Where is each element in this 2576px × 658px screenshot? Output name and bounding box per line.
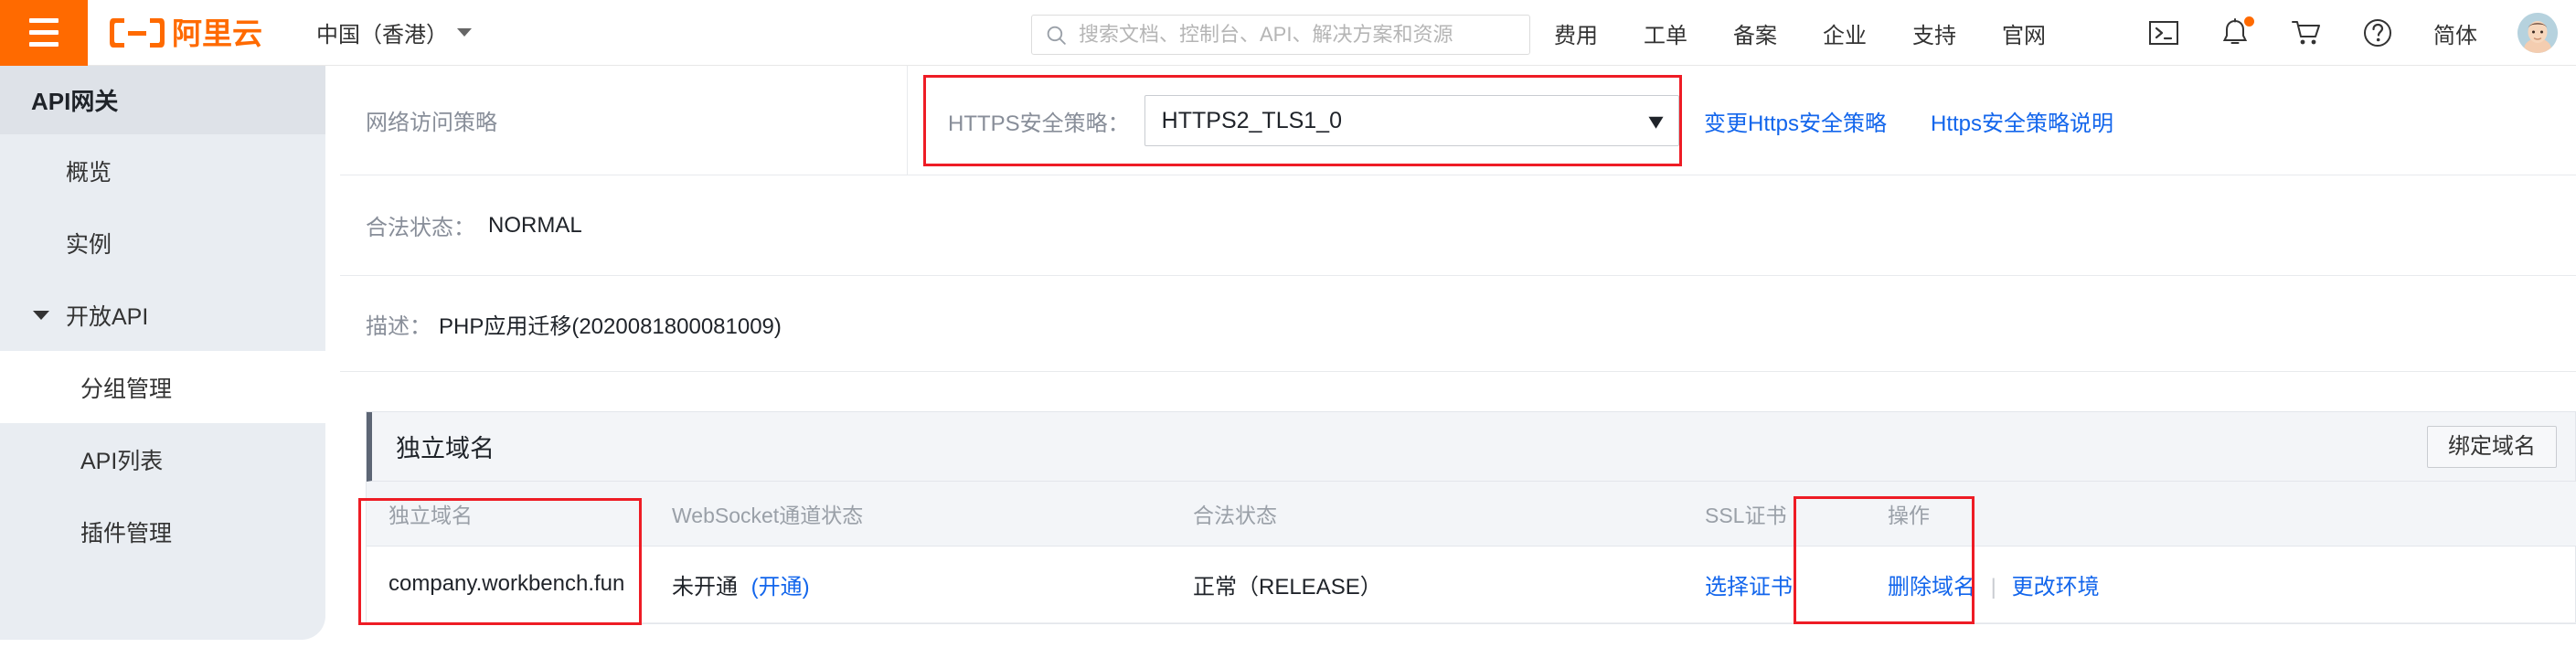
table-header-row: 独立域名 WebSocket通道状态 合法状态 SSL证书 操作: [367, 482, 2576, 547]
sidebar: API网关 概览 实例 开放API 分组管理 API列表 插件管理: [0, 66, 325, 640]
network-policy-row: 网络访问策略 HTTPS安全策略： HTTPS2_TLS1_0 ▾ 变更Http…: [340, 66, 2576, 175]
nav-item-enterprise[interactable]: 企业: [1823, 17, 1867, 49]
col-header-websocket: WebSocket通道状态: [650, 482, 1171, 547]
description-label: 描述：: [366, 313, 431, 339]
region-label: 中国（香港）: [316, 23, 448, 48]
notification-badge: [2244, 16, 2254, 27]
svg-text:阿里云: 阿里云: [172, 16, 262, 51]
description-row: 描述： PHP应用迁移(2020081800081009): [340, 276, 2576, 372]
region-selector[interactable]: 中国（香港）: [316, 16, 472, 48]
sidebar-item-label: API列表: [80, 448, 164, 474]
cell-actions: 删除域名 | 更改环境: [1866, 546, 2576, 623]
nav-item-icp[interactable]: 备案: [1733, 17, 1777, 49]
https-policy-doc-link[interactable]: Https安全策略说明: [1931, 105, 2113, 137]
action-separator: |: [1990, 574, 1996, 600]
col-header-legal: 合法状态: [1171, 482, 1683, 547]
change-environment-link[interactable]: 更改环境: [2012, 575, 2100, 600]
sidebar-item-label: 分组管理: [80, 376, 173, 402]
cell-ssl-cert: 选择证书: [1683, 546, 1866, 623]
https-policy-links: 变更Https安全策略 Https安全策略说明: [1704, 66, 2113, 175]
network-policy-label: 网络访问策略: [366, 111, 497, 135]
sidebar-item-label: 概览: [66, 159, 112, 186]
bind-domain-button[interactable]: 绑定域名: [2427, 425, 2557, 468]
sidebar-item-plugin-management[interactable]: 插件管理: [0, 495, 325, 568]
search-icon: [1047, 26, 1066, 45]
description-value: PHP应用迁移(2020081800081009): [439, 313, 782, 339]
cell-domain: company.workbench.fun: [367, 546, 650, 623]
hamburger-bar-2: [29, 30, 59, 35]
cell-legal-status: 正常（RELEASE）: [1171, 546, 1683, 623]
search-input[interactable]: [1079, 23, 1517, 47]
hamburger-bar-3: [29, 42, 59, 47]
sidebar-item-overview[interactable]: 概览: [0, 134, 325, 207]
nav-item-support[interactable]: 支持: [1912, 17, 1956, 49]
legal-status-row: 合法状态： NORMAL: [340, 175, 2576, 276]
aliyun-logo[interactable]: 阿里云: [110, 13, 283, 53]
https-policy-label: HTTPS安全策略：: [948, 111, 1130, 136]
delete-domain-link[interactable]: 删除域名: [1888, 575, 1975, 600]
chevron-down-icon: ▾: [1648, 107, 1664, 134]
global-search[interactable]: [1031, 15, 1530, 55]
user-avatar[interactable]: [2517, 13, 2558, 53]
select-certificate-link[interactable]: 选择证书: [1705, 575, 1793, 600]
legal-status-label: 合法状态：: [366, 216, 475, 240]
sidebar-item-api-list[interactable]: API列表: [0, 423, 325, 495]
https-policy-select[interactable]: HTTPS2_TLS1_0 ▾: [1144, 95, 1679, 146]
https-policy-highlight-group: HTTPS安全策略： HTTPS2_TLS1_0 ▾: [923, 75, 1682, 166]
col-header-actions: 操作: [1866, 482, 2576, 547]
sidebar-title: API网关: [0, 66, 325, 134]
chevron-down-icon: [33, 310, 49, 320]
domain-table-body: company.workbench.fun 未开通 (开通) 正常（RELEAS…: [367, 546, 2576, 623]
terminal-icon[interactable]: [2148, 17, 2179, 48]
sidebar-item-label: 开放API: [66, 303, 149, 330]
col-header-domain: 独立域名: [367, 482, 650, 547]
top-header-bar: 阿里云 中国（香港） 费用 工单 备案 企业 支持 官网: [0, 0, 2576, 66]
row-divider: [907, 66, 908, 175]
enable-websocket-link[interactable]: (开通): [751, 575, 810, 600]
sidebar-item-label: 插件管理: [80, 520, 173, 547]
sidebar-item-instance[interactable]: 实例: [0, 207, 325, 279]
main-content: 网络访问策略 HTTPS安全策略： HTTPS2_TLS1_0 ▾ 变更Http…: [340, 66, 2576, 658]
cart-icon[interactable]: [2291, 17, 2322, 48]
sidebar-item-open-api[interactable]: 开放API: [0, 279, 325, 351]
independent-domain-panel: 独立域名 绑定域名 独立域名 WebSocket通道状态 合法状态 SSL证书 …: [366, 411, 2576, 624]
sidebar-item-label: 实例: [66, 231, 112, 258]
panel-title: 独立域名: [396, 435, 495, 462]
domain-table-head: 独立域名 WebSocket通道状态 合法状态 SSL证书 操作: [367, 482, 2576, 547]
sidebar-item-group-management[interactable]: 分组管理: [0, 351, 325, 423]
domain-table: 独立域名 WebSocket通道状态 合法状态 SSL证书 操作 company…: [367, 482, 2576, 623]
nav-item-tickets[interactable]: 工单: [1644, 17, 1687, 49]
change-https-policy-link[interactable]: 变更Https安全策略: [1704, 105, 1887, 137]
https-policy-value: HTTPS2_TLS1_0: [1161, 107, 1342, 133]
hamburger-bar-1: [29, 18, 59, 23]
legal-status-value: NORMAL: [488, 212, 582, 238]
bell-icon[interactable]: [2219, 16, 2254, 48]
header-nav: 费用 工单 备案 企业 支持 官网: [1554, 0, 2046, 66]
chevron-down-icon: [457, 28, 472, 37]
panel-header: 独立域名 绑定域名: [367, 412, 2575, 482]
header-icon-group: 简体: [2148, 0, 2558, 66]
nav-item-website[interactable]: 官网: [2002, 17, 2046, 49]
hamburger-icon[interactable]: [0, 0, 88, 66]
nav-item-fees[interactable]: 费用: [1554, 17, 1598, 49]
websocket-status-text: 未开通: [672, 574, 738, 600]
language-switch[interactable]: 简体: [2433, 17, 2477, 49]
help-icon[interactable]: [2362, 17, 2393, 48]
col-header-ssl: SSL证书: [1683, 482, 1866, 547]
cell-websocket-status: 未开通 (开通): [650, 546, 1171, 623]
table-row: company.workbench.fun 未开通 (开通) 正常（RELEAS…: [367, 546, 2576, 623]
